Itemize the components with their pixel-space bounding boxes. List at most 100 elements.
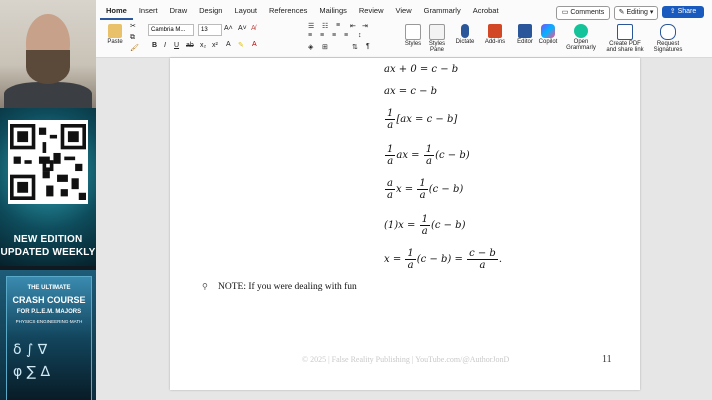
tab-review[interactable]: Review (353, 4, 390, 18)
fraction-a-over-a: aa (385, 178, 395, 201)
addins-icon (488, 24, 502, 38)
multilevel-list-icon[interactable]: ≡ (336, 22, 340, 29)
dictate-button[interactable]: Dictate (452, 24, 478, 45)
editing-mode-button[interactable]: ✎ Editing ▾ (614, 6, 658, 20)
fraction-denominator: a (387, 190, 393, 201)
tab-home[interactable]: Home (100, 4, 133, 20)
bullets-icon[interactable]: ☰ (308, 22, 314, 30)
shrink-font-icon[interactable]: A˅ (238, 25, 247, 32)
equation-4-middle: ax = (396, 150, 420, 161)
subscript-icon[interactable]: x₂ (200, 42, 206, 49)
tab-design[interactable]: Design (193, 4, 228, 18)
shading-icon[interactable]: ◈ (308, 43, 313, 51)
document-page[interactable]: ax + 0 = c − b ax = c − b 1 a [ax = c − b]… (170, 58, 640, 390)
paste-button[interactable]: Paste (104, 24, 126, 45)
align-center-icon[interactable]: ≡ (320, 32, 324, 39)
tab-draw[interactable]: Draw (164, 4, 194, 18)
align-left-icon[interactable]: ≡ (308, 32, 312, 39)
styles-pane-label: Styles Pane (428, 41, 446, 53)
share-icon: ⇪ (669, 8, 678, 15)
styles-pane-icon (429, 24, 445, 40)
grow-font-icon[interactable]: A˄ (224, 25, 233, 32)
fraction-denominator: a (419, 190, 426, 201)
tab-layout[interactable]: Layout (228, 4, 263, 18)
styles-pane-button[interactable]: Styles Pane (426, 24, 448, 53)
equation-6-head: (1)x = (384, 220, 416, 231)
open-grammarly-button[interactable]: Open Grammarly (566, 24, 596, 51)
request-signatures-button[interactable]: Request Signatures (648, 24, 688, 53)
fraction-numerator: 1 (385, 144, 396, 156)
promo-line-new-edition: NEW EDITION (13, 234, 83, 245)
font-name-select[interactable]: Cambria M... (148, 24, 194, 36)
equation-line-1[interactable]: ax + 0 = c − b (384, 64, 458, 75)
equation-line-2[interactable]: ax = c − b (384, 86, 437, 97)
superscript-icon[interactable]: x² (212, 42, 218, 49)
fraction-numerator: 1 (419, 214, 430, 226)
copilot-button[interactable]: Copilot (536, 24, 560, 45)
underline-icon[interactable]: U (174, 42, 179, 49)
person-shirt (4, 82, 92, 108)
decrease-indent-icon[interactable]: ⇤ (350, 22, 356, 30)
font-color-icon[interactable]: A (252, 41, 257, 48)
qr-code-graphic (10, 124, 86, 200)
fraction-denominator: a (479, 260, 486, 271)
paste-label: Paste (107, 39, 123, 45)
comments-label: Comments (570, 9, 605, 16)
fraction-denominator: a (425, 156, 432, 167)
equation-line-4[interactable]: 1 a ax = 1 a (c − b) (384, 144, 470, 167)
addins-button[interactable]: Add-ins (482, 24, 508, 45)
tab-grammarly[interactable]: Grammarly (418, 4, 467, 18)
tab-view[interactable]: View (389, 4, 417, 18)
borders-icon[interactable]: ⊞ (322, 43, 328, 51)
note-paragraph[interactable]: NOTE: If you were dealing with fun (218, 282, 357, 292)
request-signatures-label: Request Signatures (653, 41, 683, 53)
bold-icon[interactable]: B (152, 42, 157, 49)
sort-icon[interactable]: ⇅ (352, 43, 358, 51)
font-size-select[interactable]: 13 (198, 24, 222, 36)
cut-icon[interactable]: ✂ (130, 22, 136, 30)
fraction-denominator: a (387, 120, 394, 131)
paragraph-anchor-icon[interactable]: ⚲ (202, 282, 208, 291)
tab-mailings[interactable]: Mailings (313, 4, 353, 18)
tab-insert[interactable]: Insert (133, 4, 164, 18)
equation-line-5[interactable]: aax = 1 a (c − b) (384, 178, 463, 201)
align-right-icon[interactable]: ≡ (332, 32, 336, 39)
copy-icon[interactable]: ⧉ (130, 34, 135, 42)
fraction-c-minus-b-over-a: c − ba (467, 248, 498, 271)
copilot-label: Copilot (538, 39, 558, 45)
equation-7-middle: (c − b) = (416, 254, 463, 265)
strikethrough-icon[interactable]: ab (186, 42, 194, 49)
clear-format-icon[interactable]: A̸ (251, 25, 256, 32)
increase-indent-icon[interactable]: ⇥ (362, 22, 368, 30)
equation-4-tail: (c − b) (435, 150, 470, 161)
fraction-numerator: 1 (423, 144, 435, 156)
comments-button[interactable]: ▭ Comments (556, 6, 610, 20)
tab-references[interactable]: References (263, 4, 313, 18)
equation-line-3[interactable]: 1 a [ax = c − b] (384, 108, 457, 131)
line-spacing-icon[interactable]: ↕ (358, 32, 362, 39)
format-painter-icon[interactable]: 🖌 (130, 44, 139, 52)
ribbon-tabs: Home Insert Draw Design Layout Reference… (100, 4, 505, 20)
italic-icon[interactable]: I (164, 42, 166, 49)
justify-icon[interactable]: ≡ (344, 32, 348, 39)
styles-button[interactable]: Styles (402, 24, 424, 47)
fraction-numerator: 1 (417, 178, 428, 190)
equation-line-6[interactable]: (1)x = 1 a (c − b) (384, 214, 465, 237)
word-ribbon: Home Insert Draw Design Layout Reference… (96, 0, 712, 58)
tab-acrobat[interactable]: Acrobat (467, 4, 505, 18)
create-pdf-label: Create PDF and share link (606, 41, 644, 53)
document-canvas[interactable]: ax + 0 = c − b ax = c − b 1 a [ax = c − b]… (96, 58, 712, 400)
editor-button[interactable]: Editor (514, 24, 536, 45)
fraction-one-over-a: 1a (405, 248, 416, 271)
text-effects-icon[interactable]: A (226, 41, 231, 48)
highlight-icon[interactable]: ✎ (238, 41, 244, 49)
share-button[interactable]: ⇪ Share (662, 6, 704, 18)
book-cover-promo: THE ULTIMATE CRASH COURSE FOR P.L.E.M. M… (0, 270, 96, 400)
editing-label: Editing (626, 9, 648, 16)
fraction-one-over-a: 1a (423, 144, 435, 167)
styles-label: Styles (404, 41, 422, 47)
pilcrow-icon[interactable]: ¶ (366, 43, 370, 50)
numbering-icon[interactable]: ☷ (322, 22, 328, 30)
create-pdf-button[interactable]: Create PDF and share link (604, 24, 646, 53)
equation-line-7[interactable]: x = 1 a (c − b) = c − ba. (384, 248, 502, 271)
